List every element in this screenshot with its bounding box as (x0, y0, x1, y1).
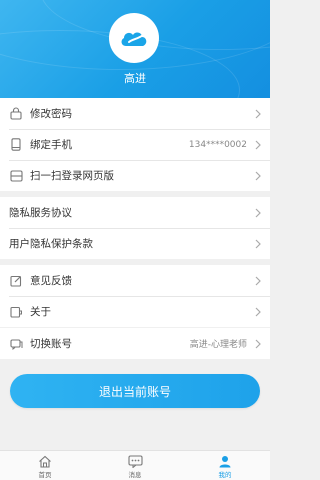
logout-button[interactable]: 退出当前账号 (10, 374, 260, 408)
feedback-row[interactable]: 意见反馈 (0, 265, 270, 296)
tab-mine[interactable]: 我的 (180, 451, 270, 480)
tab-label: 消息 (128, 471, 142, 479)
info-card-icon (9, 305, 23, 319)
scan-login-row[interactable]: 扫一扫登录网页版 (0, 160, 270, 191)
message-icon (127, 455, 143, 468)
user-privacy-terms-row[interactable]: 用户隐私保护条款 (0, 228, 270, 259)
profile-header: 高进 (0, 0, 270, 98)
row-label: 扫一扫登录网页版 (30, 170, 114, 182)
cloud-logo-icon (121, 32, 147, 46)
tab-label: 首页 (38, 471, 52, 479)
avatar[interactable] (109, 13, 159, 63)
chevron-right-icon (255, 140, 261, 149)
bound-phone-number: 134****0002 (188, 139, 247, 150)
tab-home[interactable]: 首页 (0, 451, 90, 480)
user-icon (219, 456, 231, 468)
row-label: 关于 (30, 306, 51, 318)
current-account-name: 高进-心理老师 (189, 340, 247, 350)
row-label: 绑定手机 (30, 139, 72, 151)
switch-account-icon (9, 337, 23, 351)
privacy-service-agreement-row[interactable]: 隐私服务协议 (0, 197, 270, 228)
bind-phone-row[interactable]: 绑定手机 134****0002 (0, 129, 270, 160)
row-label: 修改密码 (30, 108, 72, 120)
row-label: 用户隐私保护条款 (9, 238, 93, 250)
account-settings-group: 修改密码 绑定手机 134****0002 扫一扫登录网页版 (0, 98, 270, 191)
phone-icon (9, 138, 23, 152)
chevron-right-icon (255, 171, 261, 180)
row-label: 切换账号 (30, 338, 72, 350)
switch-account-group: 切换账号 高进-心理老师 (0, 328, 270, 359)
home-icon (39, 455, 51, 468)
support-group: 意见反馈 关于 (0, 265, 270, 327)
switch-account-row[interactable]: 切换账号 高进-心理老师 (0, 328, 270, 359)
change-password-row[interactable]: 修改密码 (0, 98, 270, 129)
edit-icon (9, 274, 23, 288)
lock-icon (9, 107, 23, 121)
row-label: 意见反馈 (30, 275, 72, 287)
bottom-tab-bar: 首页 消息 我的 (0, 450, 270, 480)
row-label: 隐私服务协议 (9, 207, 72, 219)
chevron-right-icon (255, 339, 261, 348)
tab-label: 我的 (218, 471, 232, 479)
chevron-right-icon (255, 208, 261, 217)
agreements-group: 隐私服务协议 用户隐私保护条款 (0, 197, 270, 259)
chevron-right-icon (255, 239, 261, 248)
scan-icon (9, 169, 23, 183)
chevron-right-icon (255, 307, 261, 316)
username: 高进 (124, 72, 146, 85)
about-row[interactable]: 关于 (0, 296, 270, 327)
chevron-right-icon (255, 109, 261, 118)
chevron-right-icon (255, 276, 261, 285)
tab-messages[interactable]: 消息 (90, 451, 180, 480)
